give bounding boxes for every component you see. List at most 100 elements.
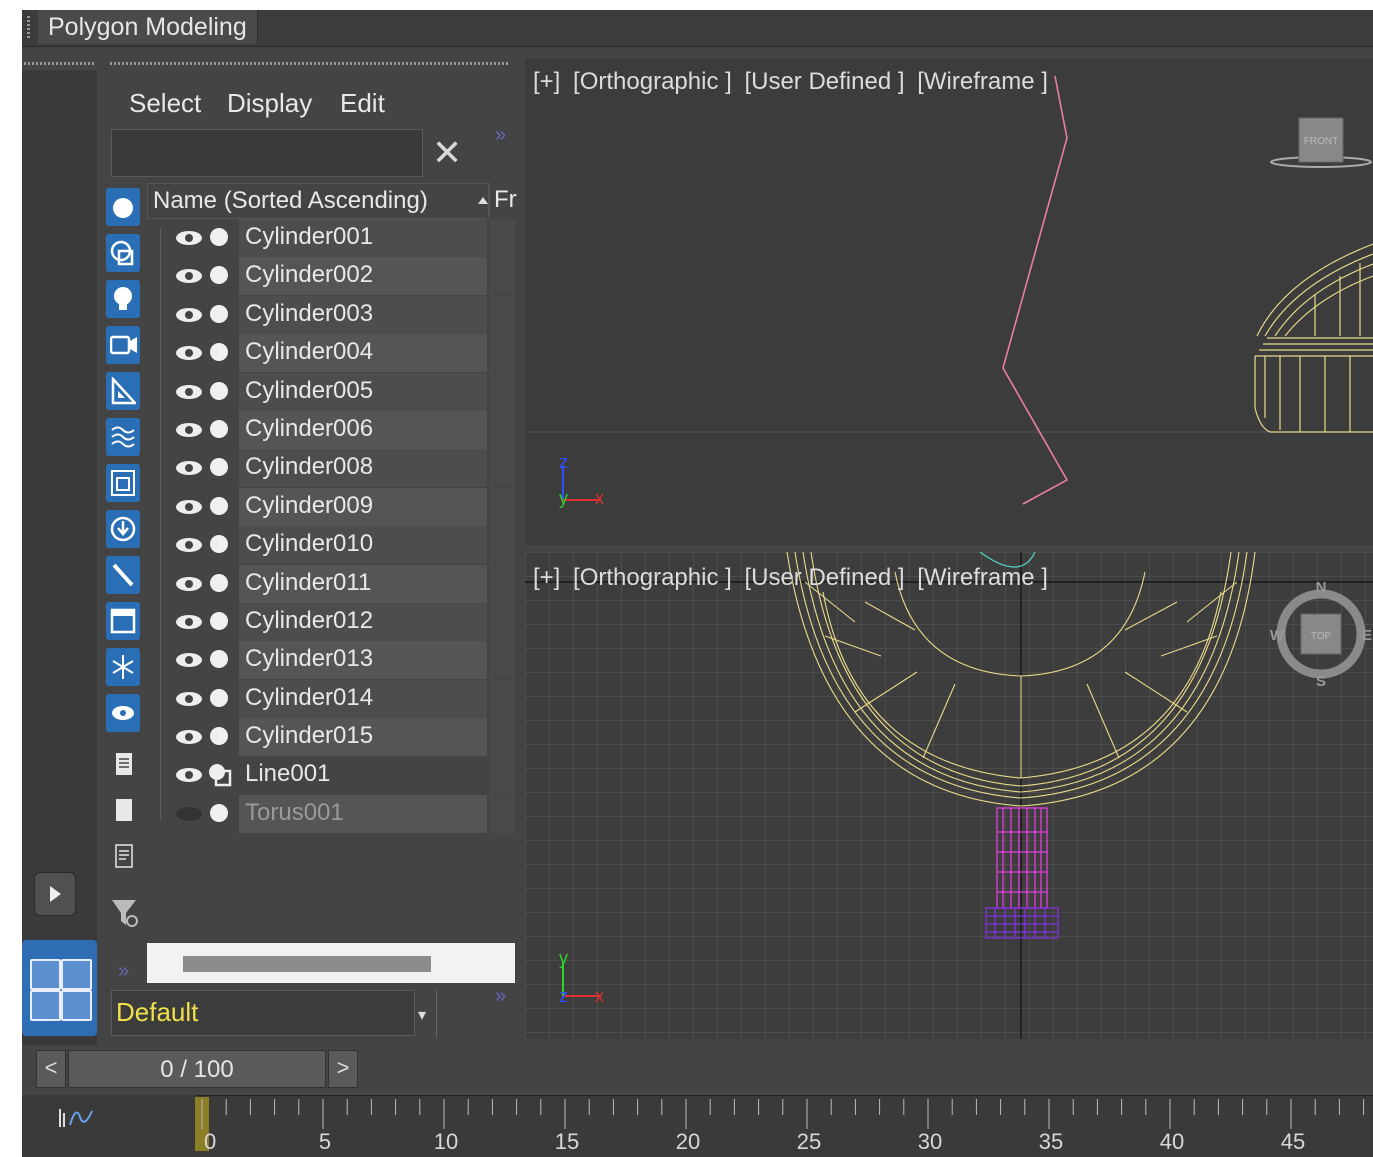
- geometry-icon: [210, 573, 228, 592]
- display-geometry-button[interactable]: [106, 188, 140, 226]
- wave-icon: [111, 426, 135, 448]
- track-tick-label: 25: [797, 1129, 821, 1154]
- visibility-eye-icon[interactable]: [175, 729, 203, 750]
- display-spacewarps-button[interactable]: [106, 418, 140, 456]
- geometry-icon: [210, 803, 228, 822]
- column-header-frozen[interactable]: Fr: [489, 183, 520, 217]
- layer-name: Default: [116, 997, 199, 1027]
- track-bar[interactable]: 05101520253035404550: [22, 1095, 1373, 1157]
- display-xrefs-button[interactable]: [106, 510, 140, 548]
- time-slider-label: 0 / 100: [160, 1056, 234, 1083]
- expand-panel-button[interactable]: [34, 872, 76, 916]
- visibility-eye-icon[interactable]: [175, 499, 203, 520]
- visibility-eye-icon[interactable]: [175, 422, 203, 443]
- column-header-name[interactable]: Name (Sorted Ascending): [147, 183, 489, 219]
- clear-search-icon[interactable]: ✕: [432, 132, 462, 174]
- display-groups-button[interactable]: [106, 464, 140, 502]
- visibility-eye-icon[interactable]: [175, 230, 203, 251]
- horizontal-scrollbar[interactable]: [147, 943, 515, 983]
- list-item[interactable]: Cylinder015: [147, 718, 515, 757]
- viewport-menu-pov[interactable]: [Orthographic ]: [573, 564, 732, 591]
- list-item[interactable]: Cylinder002: [147, 257, 515, 296]
- list-item[interactable]: Cylinder014: [147, 679, 515, 718]
- list-item[interactable]: Line001: [147, 756, 515, 795]
- object-name: Cylinder010: [245, 530, 374, 558]
- scrollbar-thumb[interactable]: [183, 956, 431, 972]
- viewport-menu-display[interactable]: [Wireframe ]: [917, 68, 1048, 95]
- display-bones-button[interactable]: [106, 556, 140, 594]
- panel-grip[interactable]: [24, 62, 94, 65]
- menu-edit[interactable]: Edit: [340, 88, 385, 119]
- visibility-eye-icon[interactable]: [175, 345, 203, 366]
- visibility-eye-icon[interactable]: [175, 767, 203, 788]
- viewport-top-label[interactable]: [+] [Orthographic ] [User Defined ] [Wir…: [533, 564, 1054, 592]
- display-cameras-button[interactable]: [106, 326, 140, 364]
- list-item[interactable]: Cylinder001: [147, 219, 515, 257]
- search-input[interactable]: [111, 129, 423, 177]
- list-item[interactable]: Torus001: [147, 794, 515, 833]
- chevron-down-icon[interactable]: ▾: [418, 1005, 428, 1031]
- geometry-icon: [210, 496, 228, 515]
- list-item[interactable]: Cylinder010: [147, 526, 515, 565]
- list-item[interactable]: Cylinder009: [147, 487, 515, 526]
- object-name: Cylinder004: [245, 338, 374, 366]
- chevron-right-icon[interactable]: »: [495, 124, 506, 147]
- visibility-eye-icon[interactable]: [175, 576, 203, 597]
- time-slider[interactable]: 0 / 100: [68, 1050, 326, 1088]
- visibility-eye-icon[interactable]: [175, 268, 203, 289]
- document-icon: [116, 753, 132, 775]
- ribbon-grip[interactable]: [27, 16, 30, 40]
- svg-text:E: E: [1362, 627, 1372, 644]
- track-tick-label: 5: [319, 1129, 331, 1154]
- menu-display[interactable]: Display: [227, 88, 312, 119]
- list-item[interactable]: Cylinder004: [147, 334, 515, 373]
- list-item[interactable]: Cylinder011: [147, 564, 515, 603]
- viewport-menu-shading-mode[interactable]: [User Defined ]: [744, 564, 904, 591]
- next-frame-button[interactable]: >: [328, 1050, 358, 1088]
- layer-dropdown[interactable]: Default: [111, 990, 415, 1036]
- object-name: Cylinder009: [245, 491, 374, 519]
- list-item[interactable]: Cylinder006: [147, 410, 515, 449]
- chevron-right-icon[interactable]: »: [495, 985, 506, 1008]
- visibility-eye-icon[interactable]: [175, 652, 203, 673]
- viewport-menu-pov[interactable]: [Orthographic ]: [573, 68, 732, 95]
- viewport-menu-plus[interactable]: [+]: [533, 564, 560, 591]
- display-lights-button[interactable]: [106, 280, 140, 318]
- viewport-layout-button[interactable]: [22, 940, 97, 1036]
- filter-settings-button[interactable]: [106, 892, 140, 930]
- display-all-button[interactable]: [106, 746, 140, 784]
- lightbulb-icon: [114, 287, 132, 310]
- viewport-top[interactable]: y z x TOP N S W E [+] [Orthographic ] [U…: [525, 552, 1373, 1039]
- list-item[interactable]: Cylinder013: [147, 641, 515, 680]
- list-item[interactable]: Cylinder005: [147, 372, 515, 411]
- explorer-grip[interactable]: [110, 62, 508, 65]
- display-containers-button[interactable]: [106, 602, 140, 640]
- invert-display-button[interactable]: [106, 838, 140, 876]
- hidden-eye-icon[interactable]: [175, 806, 203, 827]
- visibility-eye-icon[interactable]: [175, 614, 203, 635]
- viewport-front[interactable]: z y x FRONT [+] [Orthographic ] [User De…: [525, 58, 1373, 545]
- viewport-front-label[interactable]: [+] [Orthographic ] [User Defined ] [Wir…: [533, 68, 1054, 96]
- viewport-menu-shading-mode[interactable]: [User Defined ]: [744, 68, 904, 95]
- display-helpers-button[interactable]: [106, 372, 140, 410]
- curve-editor-icon[interactable]: [58, 1105, 94, 1136]
- ribbon-tab-polygon-modeling[interactable]: Polygon Modeling: [38, 10, 258, 44]
- list-item[interactable]: Cylinder012: [147, 602, 515, 641]
- display-none-button[interactable]: [106, 792, 140, 830]
- chevron-right-icon[interactable]: »: [118, 960, 129, 983]
- display-frozen-button[interactable]: [106, 648, 140, 686]
- visibility-eye-icon[interactable]: [175, 460, 203, 481]
- display-hidden-button[interactable]: [106, 694, 140, 732]
- list-item[interactable]: Cylinder008: [147, 449, 515, 488]
- geometry-icon: [210, 266, 228, 285]
- menu-select[interactable]: Select: [129, 88, 201, 119]
- list-item[interactable]: Cylinder003: [147, 295, 515, 334]
- viewport-menu-plus[interactable]: [+]: [533, 68, 560, 95]
- visibility-eye-icon[interactable]: [175, 691, 203, 712]
- visibility-eye-icon[interactable]: [175, 384, 203, 405]
- viewport-menu-display[interactable]: [Wireframe ]: [917, 564, 1048, 591]
- previous-frame-button[interactable]: <: [36, 1050, 66, 1088]
- display-shapes-button[interactable]: [106, 234, 140, 272]
- visibility-eye-icon[interactable]: [175, 537, 203, 558]
- visibility-eye-icon[interactable]: [175, 307, 203, 328]
